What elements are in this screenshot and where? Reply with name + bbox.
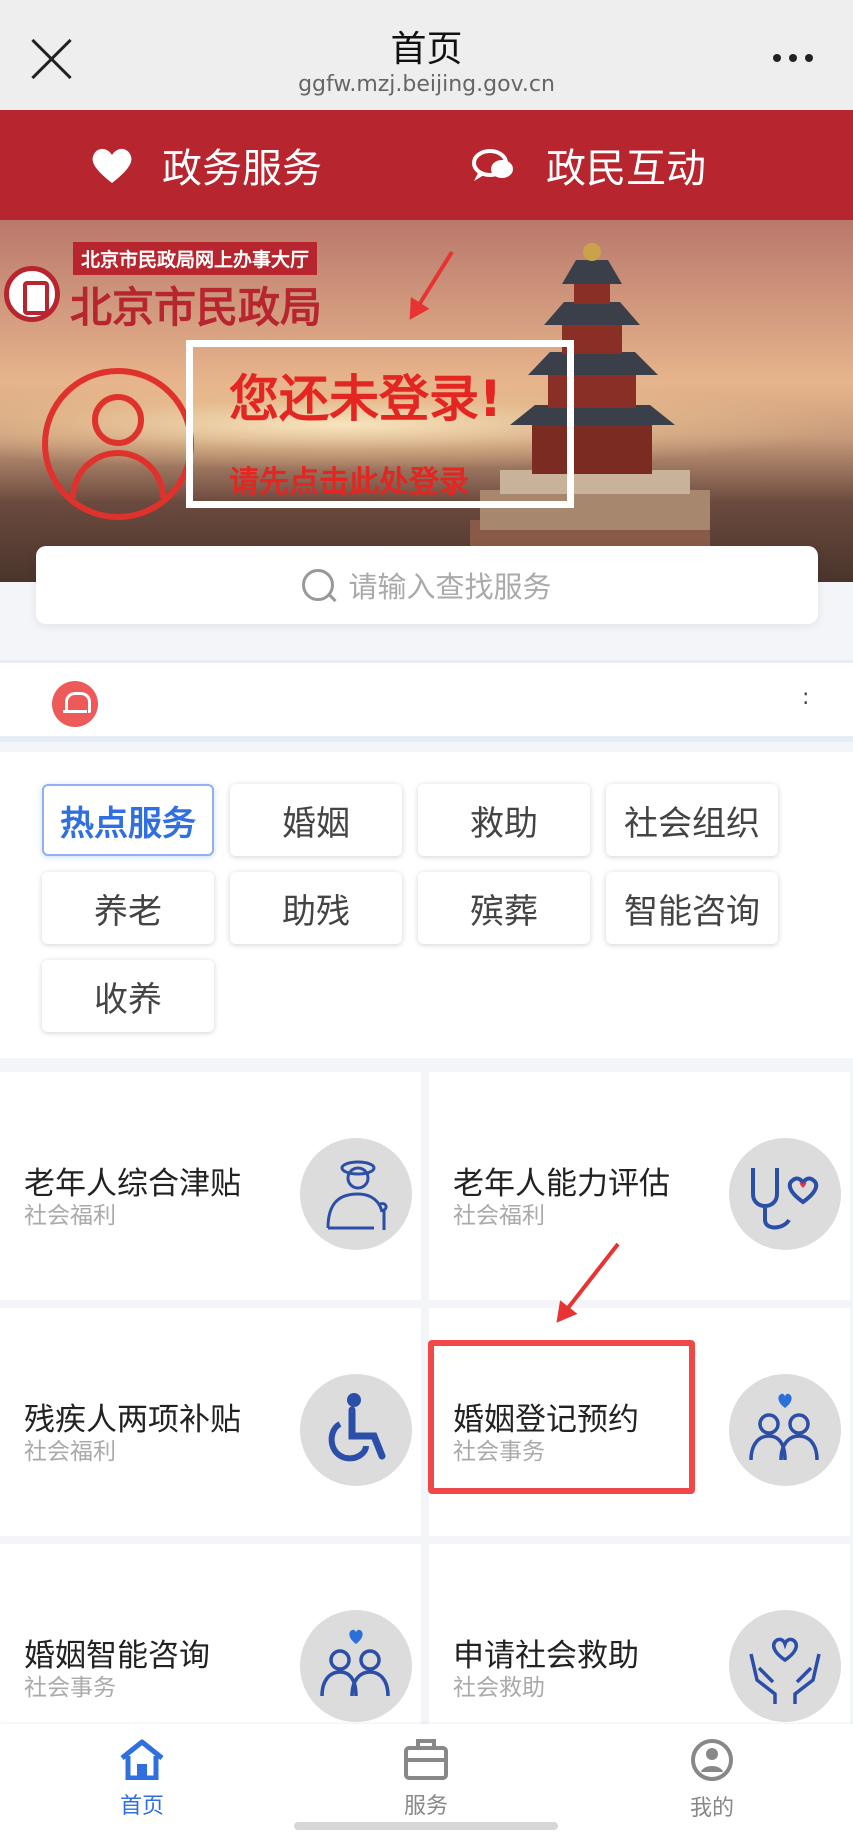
tab-label: 政务服务 [162,146,322,192]
category-chip-hot[interactable]: 热点服务 [42,784,214,856]
service-card-elderly-assessment[interactable]: 老年人能力评估 社会福利 [429,1072,850,1300]
category-chip-adoption[interactable]: 收养 [42,960,214,1032]
service-category: 社会福利 [24,1203,116,1229]
tab-citizen-interaction[interactable]: 政民互动 [470,110,706,220]
couple-heart-icon [729,1374,841,1486]
hands-heart-icon [729,1610,841,1722]
bottom-nav: 首页 服务 我的 [0,1724,853,1838]
briefcase-icon [404,1739,448,1780]
login-link[interactable]: 请先点击此处登录 [229,457,469,501]
login-banner[interactable]: 北京市民政局网上办事大厅 北京市民政局 您还未登录! 请先点击此处登录 [0,220,853,582]
more-options-icon[interactable] [773,54,813,62]
search-bar[interactable]: 请输入查找服务 [36,546,818,624]
tab-government-services[interactable]: 政务服务 [90,110,322,220]
nav-label-services: 服务 [403,1794,448,1819]
chat-bubbles-icon [472,149,513,181]
stethoscope-heart-icon [729,1138,841,1250]
couple-heart-icon [300,1610,412,1722]
page-title: 首页 [390,29,463,70]
category-chip-marriage[interactable]: 婚姻 [230,784,402,856]
category-chip-elderly-care[interactable]: 养老 [42,872,214,944]
category-panel: 热点服务 婚姻 救助 社会组织 养老 助残 殡葬 智能咨询 收养 [0,752,853,1058]
service-card-disability-subsidy[interactable]: 残疾人两项补贴 社会福利 [0,1308,421,1536]
annotation-highlight-box [428,1340,695,1494]
home-indicator [294,1822,558,1830]
service-card-elderly-allowance[interactable]: 老年人综合津贴 社会福利 [0,1072,421,1300]
nav-item-profile[interactable]: 我的 [652,1738,772,1822]
nav-item-services[interactable]: 服务 [366,1738,486,1820]
avatar-placeholder-icon[interactable] [42,368,194,520]
service-category: 社会福利 [24,1439,116,1465]
nav-item-home[interactable]: 首页 [82,1738,202,1820]
category-chip-disability[interactable]: 助残 [230,872,402,944]
tab-label: 政民互动 [546,146,706,192]
wheelchair-icon [300,1374,412,1486]
notice-text: : [802,685,810,710]
notice-bar[interactable]: : [0,660,853,742]
category-chip-smart-consult[interactable]: 智能咨询 [606,872,778,944]
nav-label-home: 首页 [119,1794,164,1819]
service-category: 社会救助 [453,1675,545,1701]
login-title: 您还未登录! [229,370,502,428]
service-category: 社会福利 [453,1203,545,1229]
browser-top-bar: 首页 ggfw.mzj.beijing.gov.cn [0,0,853,110]
civil-affairs-emblem-icon [4,266,60,322]
page-url: ggfw.mzj.beijing.gov.cn [298,72,555,97]
search-input[interactable]: 请输入查找服务 [348,564,551,606]
nav-label-profile: 我的 [689,1796,734,1821]
home-icon [120,1739,164,1781]
service-category: 社会事务 [24,1675,116,1701]
search-icon [302,569,335,601]
user-circle-icon [691,1739,733,1781]
category-chip-assistance[interactable]: 救助 [418,784,590,856]
main-tab-bar: 政务服务 政民互动 [0,110,853,220]
annotation-arrow [410,250,454,318]
category-chip-funeral[interactable]: 殡葬 [418,872,590,944]
heart-icon [92,148,132,183]
login-prompt[interactable]: 您还未登录! 请先点击此处登录 [186,340,574,508]
elderly-person-icon [300,1138,412,1250]
org-subtitle: 北京市民政局网上办事大厅 [73,242,318,275]
category-chip-social-org[interactable]: 社会组织 [606,784,778,856]
bell-icon [52,681,98,727]
org-name: 北京市民政局 [70,283,323,332]
